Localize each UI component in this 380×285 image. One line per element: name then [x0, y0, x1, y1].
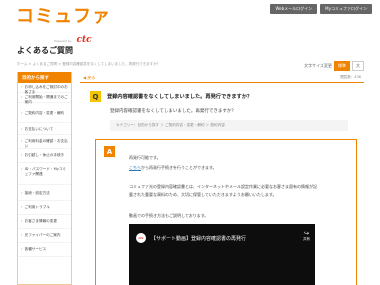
video-title[interactable]: 【サポート動画】登録内容確認書の再発行 — [151, 235, 246, 242]
ctc-logo: ctc — [76, 35, 92, 45]
sidebar-item[interactable]: › ご利用トラブル — [18, 201, 71, 215]
answer-paragraph-3: 動画での手続き方法もご説明しております。 — [129, 213, 209, 218]
sidebar-item-label: ご利用トラブル — [24, 205, 50, 209]
chevron-right-icon: › — [21, 152, 23, 157]
reissue-link[interactable]: こちら — [129, 165, 141, 170]
page-title: よくあるご質問 — [17, 46, 73, 55]
sidebar-item[interactable]: › お申し込みをご検討中のお客さま — [18, 83, 71, 94]
sidebar: 目的から探す › お申し込みをご検討中のお客さま › ご利用開始・開通までのご案内 … — [17, 72, 72, 285]
chevron-right-icon: › — [21, 84, 23, 89]
sidebar-item-label: お申し込みをご検討中のお客さま — [24, 85, 68, 94]
answer-box: A 再発行可能です。 こちらから再発行手続きを行うことができます。 コミュファ光… — [95, 139, 357, 285]
header-login-buttons: Webメールログイン Myコミュファログイン — [270, 4, 372, 14]
sidebar-item-label: お支払いについて — [24, 127, 54, 131]
commufa-logo[interactable]: コミュファ Powered by ctc — [16, 6, 111, 46]
chevron-right-icon: › — [21, 246, 23, 251]
font-size-switcher: 文字サイズ変更 標準 大 — [304, 61, 364, 71]
answer-line-2-text: から再発行手続きを行うことができます。 — [141, 165, 217, 170]
site-header: コミュファ Powered by ctc Webメールログイン Myコミュファロ… — [0, 0, 380, 46]
faq-toolbar: ◀ 戻る 閲覧数：436 — [80, 72, 364, 83]
sidebar-item-label: 接続・設定方法 — [24, 191, 50, 195]
sidebar-item-label: お引越し・休止の手続き — [24, 153, 65, 157]
sidebar-item[interactable]: › ID・パスワード・Myコミュファ関連 — [18, 163, 71, 185]
sidebar-item-label: ご利用開始・開通までのご案内 — [24, 95, 68, 104]
answer-line-1: 再発行可能です。 — [129, 155, 161, 160]
channel-avatar[interactable]: ctc — [136, 233, 146, 243]
channel-avatar-text: ctc — [138, 236, 144, 240]
chevron-right-icon: › — [21, 138, 23, 143]
chevron-right-icon: › — [21, 110, 23, 115]
question-text: 登録内容確認書をなくしてしまいました。再発行できますか？ — [110, 109, 236, 114]
sidebar-heading: 目的から探す — [18, 72, 71, 83]
sidebar-item[interactable]: › 光ファイバーのご案内 — [18, 229, 71, 243]
question-title: 登録内容確認書をなくしてしまいました。再発行できますか？ — [107, 94, 253, 100]
view-count: 閲覧数：436 — [340, 75, 361, 79]
logo-powered-text: Powered by — [54, 39, 72, 43]
chevron-right-icon: › — [21, 166, 23, 171]
sidebar-item-label: 光ファイバーのご案内 — [24, 233, 61, 237]
sidebar-item[interactable]: › 各種サービス — [18, 243, 71, 257]
sidebar-item-label: ID・パスワード・Myコミュファ関連 — [24, 167, 67, 176]
page: コミュファ Powered by ctc Webメールログイン Myコミュファロ… — [0, 0, 380, 285]
back-link[interactable]: ◀ 戻る — [83, 75, 95, 81]
answer-paragraph-2a: コミュファ光の登録内容確認書とは、インターネットやメール設定作業に必要なお客さま… — [129, 184, 317, 189]
chevron-right-icon: › — [21, 190, 23, 195]
sidebar-item-label: お客さま情報の変更 — [24, 219, 57, 223]
sidebar-item[interactable]: › お客さま情報の変更 — [18, 215, 71, 229]
sidebar-item[interactable]: › お引越し・休止の手続き — [18, 149, 71, 163]
sidebar-item[interactable]: › 接続・設定方法 — [18, 185, 71, 201]
font-size-standard-button[interactable]: 標準 — [334, 61, 350, 71]
answer-paragraph-2b: 載された重要な資料のため、大切に保管していただきますようお願いいたします。 — [129, 192, 277, 197]
question-heading: Q 登録内容確認書をなくしてしまいました。再発行できますか？ — [90, 91, 252, 102]
answer-badge: A — [104, 146, 115, 157]
sidebar-item[interactable]: › お支払いについて — [18, 123, 71, 135]
webmail-login-button[interactable]: Webメールログイン — [270, 4, 318, 14]
breadcrumb-row: ホーム > よくあるご質問 > 登録内容確認書をなくしてしまいました。再発行でき… — [17, 61, 364, 71]
sidebar-item-label: ご契約内容・変更・解約 — [24, 111, 65, 115]
chevron-right-icon: › — [21, 94, 23, 99]
youtube-video-player[interactable]: ctc 【サポート動画】登録内容確認書の再発行 ↪ 共有 — [129, 224, 315, 285]
sidebar-item-label: 各種サービス — [24, 247, 47, 251]
sidebar-item[interactable]: › ご利用開始・開通までのご案内 — [18, 93, 71, 104]
faq-main: ◀ 戻る 閲覧数：436 Q 登録内容確認書をなくしてしまいました。再発行できま… — [80, 72, 364, 285]
chevron-right-icon: › — [21, 204, 23, 209]
chevron-right-icon: › — [21, 126, 23, 131]
chevron-right-icon: › — [21, 232, 23, 237]
sidebar-item-label: ご利用料金の確認・お支払い — [24, 139, 68, 148]
share-label: 共有 — [303, 237, 310, 241]
font-size-large-button[interactable]: 大 — [352, 61, 364, 71]
font-size-label: 文字サイズ変更 — [304, 63, 332, 68]
share-button[interactable]: ↪ 共有 — [303, 231, 310, 242]
chevron-right-icon: › — [21, 218, 23, 223]
logo-tagline: Powered by ctc — [54, 27, 92, 46]
my-commufa-login-button[interactable]: Myコミュファログイン — [320, 4, 372, 14]
logo-wordmark: コミュファ — [16, 6, 111, 27]
sidebar-item[interactable]: › ご契約内容・変更・解約 — [18, 103, 71, 123]
question-category: カテゴリー：目的から探す ＞ ご契約内容・変更・解約 ＞ 契約内容 — [110, 120, 348, 131]
breadcrumb[interactable]: ホーム > よくあるご質問 > 登録内容確認書をなくしてしまいました。再発行でき… — [17, 62, 160, 67]
sidebar-item[interactable]: › ご利用料金の確認・お支払い — [18, 135, 71, 149]
question-badge: Q — [90, 91, 101, 102]
answer-line-2: こちらから再発行手続きを行うことができます。 — [129, 165, 217, 171]
